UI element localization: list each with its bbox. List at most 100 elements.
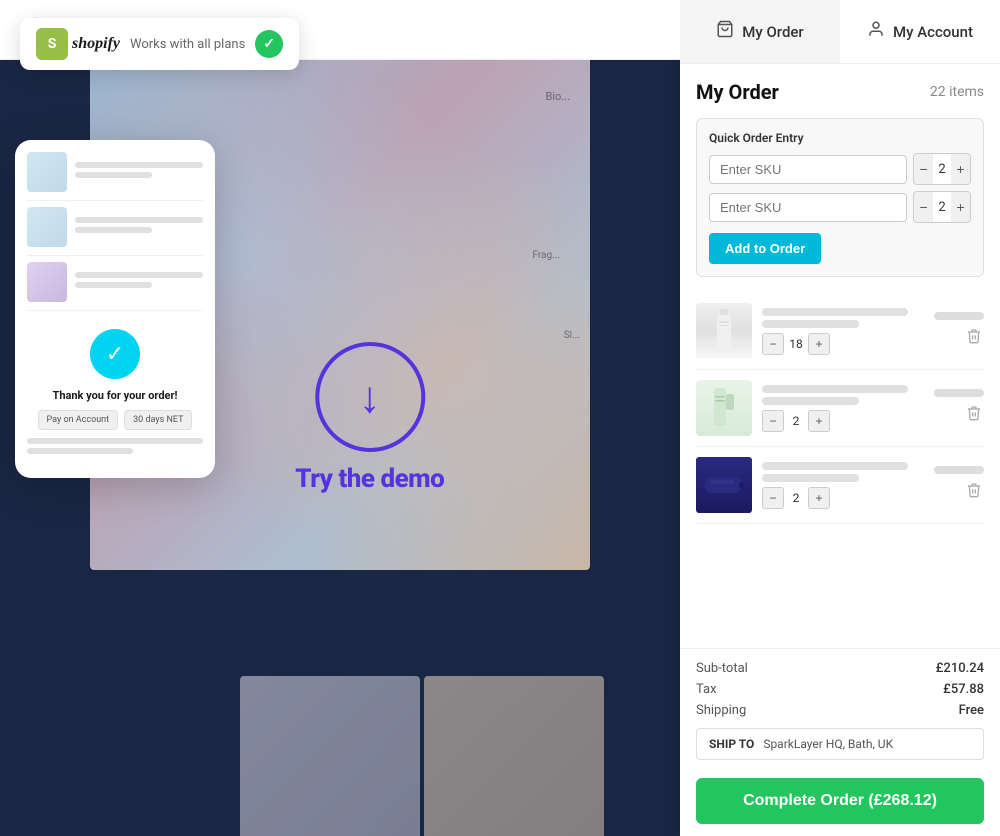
product-qty-increase-3[interactable]: + [808,487,830,509]
bottom-product-2 [424,676,604,836]
shopify-logo: S shopify [36,28,120,60]
phone-line-2 [75,217,203,223]
complete-order-button[interactable]: Complete Order (£268.12) [696,778,984,824]
bag-icon [716,20,734,43]
product-right-3 [934,466,984,505]
tax-label: Tax [696,682,717,697]
summary-tax-row: Tax £57.88 [696,682,984,697]
left-area: Wholesale Be... Bio... Frag... Sl... rio… [0,0,680,836]
qty-decrease-1[interactable]: − [914,154,933,184]
phone-divider-1 [27,200,203,201]
nav-my-order[interactable]: My Order [680,0,840,63]
phone-tag-net: 30 days NET [124,410,192,430]
checkmark-icon: ✓ [255,30,283,58]
right-nav: My Order My Account [680,0,1000,64]
phone-divider-3 [27,310,203,311]
phone-product-row-2 [27,207,203,247]
phone-tag-account: Pay on Account [38,410,119,430]
shipping-label: Shipping [696,703,746,718]
ship-to-value: SparkLayer HQ, Bath, UK [763,737,893,751]
phone-product-row-1 [27,152,203,192]
phone-product-thumb-3 [27,262,67,302]
product-lines-1 [762,308,924,328]
product-details-3: − 2 + [762,462,924,509]
product-qty-increase-2[interactable]: + [808,410,830,432]
order-summary: Sub-total £210.24 Tax £57.88 Shipping Fr… [680,648,1000,836]
try-demo-overlay[interactable]: ↓ Try the demo [295,342,444,494]
phone-tag-row: Pay on Account 30 days NET [27,410,203,430]
qty-decrease-2[interactable]: − [914,192,933,222]
add-to-order-button[interactable]: Add to Order [709,233,821,264]
product-image-1 [696,303,752,359]
sku-input-2[interactable] [709,193,907,222]
order-header: My Order 22 items [696,80,984,104]
shopify-badge: S shopify Works with all plans ✓ [20,18,299,70]
qty-control-2: − 2 + [913,191,971,223]
phone-line-3 [75,272,203,278]
summary-shipping-row: Shipping Free [696,703,984,718]
product-row-2: − 2 + [696,370,984,447]
phone-line [75,162,203,168]
product-qty-1: 18 [788,337,804,351]
phone-product-lines-1 [75,162,203,182]
order-item-count: 22 items [930,84,984,100]
phone-product-row-3 [27,262,203,302]
phone-mockup: ✓ Thank you for your order! Pay on Accou… [15,140,215,478]
product-qty-decrease-3[interactable]: − [762,487,784,509]
product-delete-3[interactable] [964,480,984,505]
product-line-2b [762,397,859,405]
product-line-2a [762,385,908,393]
product-qty-row-1: − 18 + [762,333,924,355]
thank-you-circle: ✓ [90,329,140,379]
product-image-2 [696,380,752,436]
quick-order-section: Quick Order Entry − 2 + − 2 + [696,118,984,277]
demo-arrow-icon: ↓ [359,371,381,423]
main-container: Wholesale Be... Bio... Frag... Sl... rio… [0,0,1000,836]
bottom-product-1 [240,676,420,836]
product-qty-row-2: − 2 + [762,410,924,432]
my-order-nav-label: My Order [742,23,803,41]
sku-input-1[interactable] [709,155,907,184]
tax-value: £57.88 [943,682,984,697]
product-qty-3: 2 [788,491,804,505]
ship-to-label: SHIP TO [709,737,754,751]
phone-bottom-line-1 [27,438,203,444]
qty-increase-1[interactable]: + [951,154,970,184]
try-demo-text[interactable]: Try the demo [295,464,444,494]
product-qty-row-3: − 2 + [762,487,924,509]
phone-bottom-lines [27,438,203,454]
product-delete-2[interactable] [964,403,984,428]
phone-line-short-2 [75,227,152,233]
product-delete-1[interactable] [964,326,984,351]
product-details-1: − 18 + [762,308,924,355]
phone-divider-2 [27,255,203,256]
phone-product-thumb-1 [27,152,67,192]
product-qty-increase-1[interactable]: + [808,333,830,355]
ship-to-row: SHIP TO SparkLayer HQ, Bath, UK [696,728,984,760]
product-image-3 [696,457,752,513]
sku-row-2: − 2 + [709,191,971,223]
demo-circle[interactable]: ↓ [315,342,425,452]
phone-product-lines-3 [75,272,203,292]
shipping-value: Free [959,703,984,718]
order-title: My Order [696,80,779,104]
person-icon [867,20,885,43]
product-price-2 [934,389,984,397]
qty-value-2: 2 [933,192,951,222]
product-right-2 [934,389,984,428]
product-right-1 [934,312,984,351]
shopify-brand-text: shopify [72,35,120,53]
product-qty-decrease-1[interactable]: − [762,333,784,355]
subtotal-value: £210.24 [936,661,984,676]
product-qty-decrease-2[interactable]: − [762,410,784,432]
product-line-1a [762,308,908,316]
qty-increase-2[interactable]: + [951,192,970,222]
phone-thankyou-section: ✓ Thank you for your order! Pay on Accou… [27,317,203,466]
thank-you-text: Thank you for your order! [27,389,203,402]
nav-my-account[interactable]: My Account [840,0,1000,63]
phone-line-short [75,172,152,178]
sku-row-1: − 2 + [709,153,971,185]
subtotal-label: Sub-total [696,661,748,676]
phone-product-lines-2 [75,217,203,237]
product-qty-2: 2 [788,414,804,428]
